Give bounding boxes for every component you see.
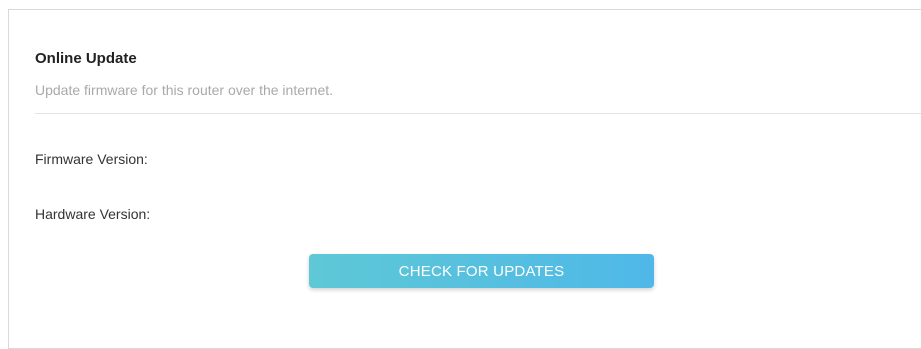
online-update-panel: Online Update Update firmware for this r… [8,9,921,349]
section-divider [35,113,921,114]
hardware-version-value [309,205,609,227]
hardware-version-label: Hardware Version: [35,206,151,222]
firmware-version-value [309,150,609,172]
check-for-updates-button[interactable]: CHECK FOR UPDATES [309,254,654,288]
section-subtitle: Update firmware for this router over the… [35,82,334,98]
firmware-version-label: Firmware Version: [35,151,148,167]
section-title: Online Update [35,50,137,67]
